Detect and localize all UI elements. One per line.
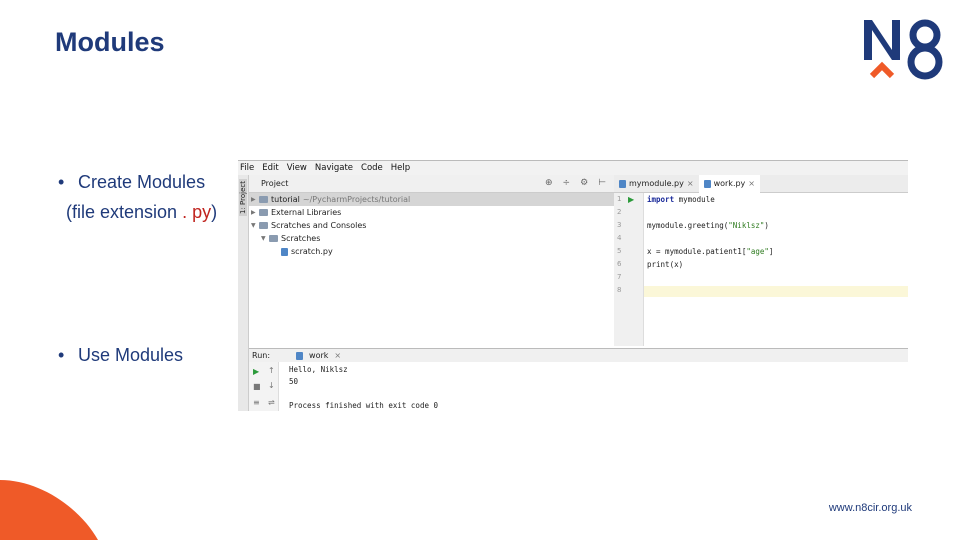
slide-title: Modules [55, 27, 165, 57]
folder-icon [269, 235, 278, 242]
code-line-3: mymodule.greeting("Niklsz") [647, 221, 769, 230]
expand-icon[interactable]: ▶ [251, 196, 259, 203]
close-icon[interactable]: × [687, 179, 694, 188]
collapse-arrow-icon[interactable]: ▼ [261, 235, 269, 242]
library-icon [259, 209, 268, 216]
menu-bar: File Edit View Navigate Code Help [238, 161, 908, 175]
run-panel-header: Run: work × [249, 348, 908, 362]
tab-mymodule-py[interactable]: mymodule.py × [614, 175, 699, 193]
run-console-output: Hello, Niklsz 50 Process finished with e… [279, 362, 908, 411]
menu-view[interactable]: View [287, 163, 307, 173]
collapse-icon[interactable]: ÷ [563, 178, 571, 188]
menu-edit[interactable]: Edit [262, 163, 278, 173]
tree-item-scratches-consoles[interactable]: ▼ Scratches and Consoles [249, 219, 614, 232]
bullet-use-modules: • Use Modules [58, 345, 184, 365]
project-tree: ▶ tutorial ~/PycharmProjects/tutorial ▶ … [249, 193, 614, 346]
footer-url[interactable]: www.n8cir.org.uk [829, 502, 912, 514]
py-extension: . py [182, 202, 212, 222]
run-tab-work[interactable]: work [309, 351, 328, 360]
stop-icon[interactable]: ■ [253, 382, 261, 391]
corner-decoration [0, 480, 98, 540]
folder-icon [259, 196, 268, 203]
locate-icon[interactable]: ⊕ [545, 178, 553, 188]
pycharm-screenshot: File Edit View Navigate Code Help 1: Pro… [238, 160, 908, 411]
collapse-arrow-icon[interactable]: ▼ [251, 222, 259, 229]
soft-wrap-icon[interactable]: ⇌ [268, 398, 275, 407]
run-gutter-icon[interactable]: ▶ [628, 195, 634, 204]
project-panel-header: Project ⊕ ÷ ⚙ ⊢ [249, 175, 614, 193]
python-file-icon [281, 247, 288, 256]
bullet-file-extension: (file extension . py) [66, 202, 218, 222]
n8-logo [864, 19, 943, 80]
tab-work-py[interactable]: work.py × [698, 174, 760, 193]
down-arrow-icon[interactable]: ↓ [268, 381, 275, 390]
menu-code[interactable]: Code [361, 163, 383, 173]
python-file-icon [296, 351, 304, 360]
code-line-6: print(x) [647, 260, 684, 269]
layout-icon[interactable]: ≡ [253, 398, 260, 407]
tree-item-scratches[interactable]: ▼ Scratches [249, 232, 614, 245]
up-arrow-icon[interactable]: ↑ [268, 366, 275, 375]
expand-icon[interactable]: ▶ [251, 209, 259, 216]
python-file-icon [703, 179, 711, 188]
close-icon[interactable]: × [748, 179, 755, 188]
bullet-create-modules: • Create Modules [58, 172, 206, 192]
editor-tabs: mymodule.py × work.py × [614, 174, 908, 193]
project-dropdown[interactable]: Project [261, 179, 288, 188]
hide-icon[interactable]: ⊢ [598, 178, 606, 188]
code-editor[interactable]: import mymodule mymodule.greeting("Nikls… [644, 193, 908, 346]
project-side-tab[interactable]: 1: Project [238, 175, 249, 411]
code-line-5: x = mymodule.patient1["age"] [647, 247, 774, 256]
code-line-1: import mymodule [647, 195, 715, 204]
python-file-icon [619, 179, 626, 188]
close-icon[interactable]: × [334, 351, 341, 360]
tree-item-external-libraries[interactable]: ▶ External Libraries [249, 206, 614, 219]
tree-item-scratch-py[interactable]: scratch.py [249, 245, 614, 258]
rerun-icon[interactable]: ▶ [253, 367, 259, 376]
run-toolbar: ▶ ↑ ■ ↓ ≡ ⇌ [249, 362, 279, 411]
current-line-highlight [644, 286, 908, 297]
menu-file[interactable]: File [240, 163, 254, 173]
folder-icon [259, 222, 268, 229]
tree-item-tutorial[interactable]: ▶ tutorial ~/PycharmProjects/tutorial [249, 193, 614, 206]
line-number-gutter: ▶ 1 2 3 4 5 6 7 8 [614, 193, 644, 346]
menu-help[interactable]: Help [391, 163, 410, 173]
gear-icon[interactable]: ⚙ [580, 178, 588, 188]
menu-navigate[interactable]: Navigate [315, 163, 353, 173]
